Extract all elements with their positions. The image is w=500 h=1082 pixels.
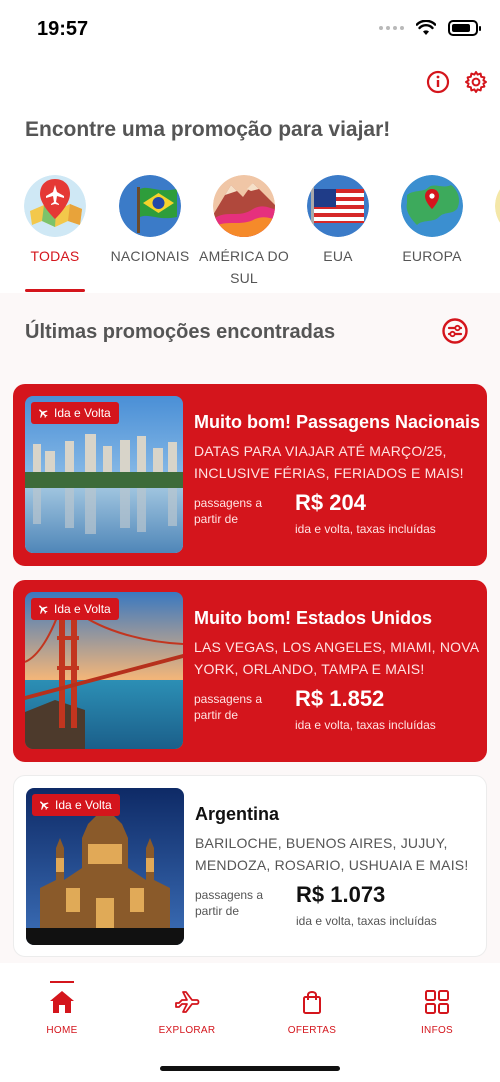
trip-type-badge: Ida e Volta (31, 402, 119, 424)
price-from-label: passagens a partir de (194, 692, 263, 722)
tab-home[interactable]: HOME (12, 975, 112, 1036)
brazil-flag-icon (119, 175, 181, 237)
category-label: EUROPA (402, 248, 462, 264)
badge-label: Ida e Volta (54, 602, 111, 616)
promo-card[interactable]: Ida e Volta Argentina BARILOCHE, BUENOS … (13, 775, 487, 957)
plane-icon (39, 409, 48, 418)
signal-icon (379, 26, 404, 30)
battery-icon (448, 20, 481, 36)
category-eua[interactable]: EUA (290, 175, 386, 267)
active-tab-indicator (50, 981, 74, 983)
trip-type-badge: Ida e Volta (32, 794, 120, 816)
page-title: Encontre uma promoção para viajar! (25, 118, 391, 141)
top-actions (426, 70, 488, 94)
plane-map-icon (24, 175, 86, 237)
next-category-icon (495, 189, 500, 223)
category-carousel[interactable]: TODAS NACIONAIS AMÉRICA DO SUL EUA EUROP… (0, 175, 500, 293)
promo-title: Muito bom! Passagens Nacionais (194, 412, 481, 432)
gear-icon[interactable] (464, 70, 488, 94)
bottom-tab-bar: HOME EXPLORAR OFERTAS INFOS (0, 963, 500, 1082)
category-more[interactable] (478, 175, 500, 237)
promo-description: DATAS PARA VIAJAR ATÉ MARÇO/25, INCLUSIV… (194, 443, 464, 481)
info-icon[interactable] (426, 70, 450, 94)
status-icons (379, 20, 481, 36)
tab-label: EXPLORAR (158, 1025, 216, 1036)
tab-infos[interactable]: INFOS (387, 975, 487, 1036)
filter-icon[interactable] (442, 318, 468, 344)
plane-icon (40, 801, 49, 810)
tab-ofertas[interactable]: OFERTAS (262, 975, 362, 1036)
price-note: ida e volta, taxas incluídas (295, 718, 436, 732)
promo-price: R$ 1.852 (295, 686, 385, 711)
promo-price: R$ 1.073 (296, 882, 386, 907)
badge-label: Ida e Volta (54, 406, 111, 420)
active-category-indicator (25, 289, 85, 292)
tab-label: OFERTAS (287, 1025, 337, 1036)
category-nacionais[interactable]: NACIONAIS (102, 175, 198, 267)
trip-type-badge: Ida e Volta (31, 598, 119, 620)
tab-explorar[interactable]: EXPLORAR (137, 975, 237, 1036)
grid-icon (425, 990, 449, 1014)
status-time: 19:57 (37, 18, 89, 40)
promo-card[interactable]: Ida e Volta Muito bom! Passagens Naciona… (13, 384, 487, 566)
promo-description: BARILOCHE, BUENOS AIRES, JUJUY, MENDOZA,… (195, 835, 469, 873)
section-title: Últimas promoções encontradas (25, 321, 336, 343)
promotions-section: Últimas promoções encontradas Ida e Volt… (0, 293, 500, 963)
price-from-label: passagens a partir de (195, 888, 264, 918)
tab-label: INFOS (420, 1025, 454, 1036)
category-label: AMÉRICA DO SUL (199, 248, 289, 286)
badge-label: Ida e Volta (55, 798, 112, 812)
plane-icon (175, 991, 200, 1013)
category-europa[interactable]: EUROPA (384, 175, 480, 267)
mountains-icon (213, 175, 275, 237)
status-bar: 19:57 (0, 0, 500, 60)
home-indicator (160, 1066, 340, 1071)
plane-icon (39, 605, 48, 614)
promo-card[interactable]: Ida e Volta Muito bom! Estados Unidos LA… (13, 580, 487, 762)
category-label: NACIONAIS (110, 248, 190, 264)
europe-map-icon (401, 175, 463, 237)
usa-flag-icon (307, 175, 369, 237)
price-from-label: passagens a partir de (194, 496, 263, 526)
shopping-bag-icon (303, 991, 321, 1014)
promo-description: LAS VEGAS, LOS ANGELES, MIAMI, NOVA YORK… (194, 639, 479, 677)
tab-label: HOME (46, 1025, 78, 1036)
category-label: TODAS (30, 248, 80, 264)
promo-title: Argentina (195, 804, 280, 824)
category-todas[interactable]: TODAS (7, 175, 103, 267)
promo-title: Muito bom! Estados Unidos (194, 608, 432, 628)
home-icon (50, 991, 74, 1013)
promo-price: R$ 204 (295, 490, 366, 515)
price-note: ida e volta, taxas incluídas (296, 914, 437, 928)
wifi-icon (416, 20, 436, 35)
price-note: ida e volta, taxas incluídas (295, 522, 436, 536)
category-america-do-sul[interactable]: AMÉRICA DO SUL (196, 175, 292, 289)
category-label: EUA (323, 248, 353, 264)
